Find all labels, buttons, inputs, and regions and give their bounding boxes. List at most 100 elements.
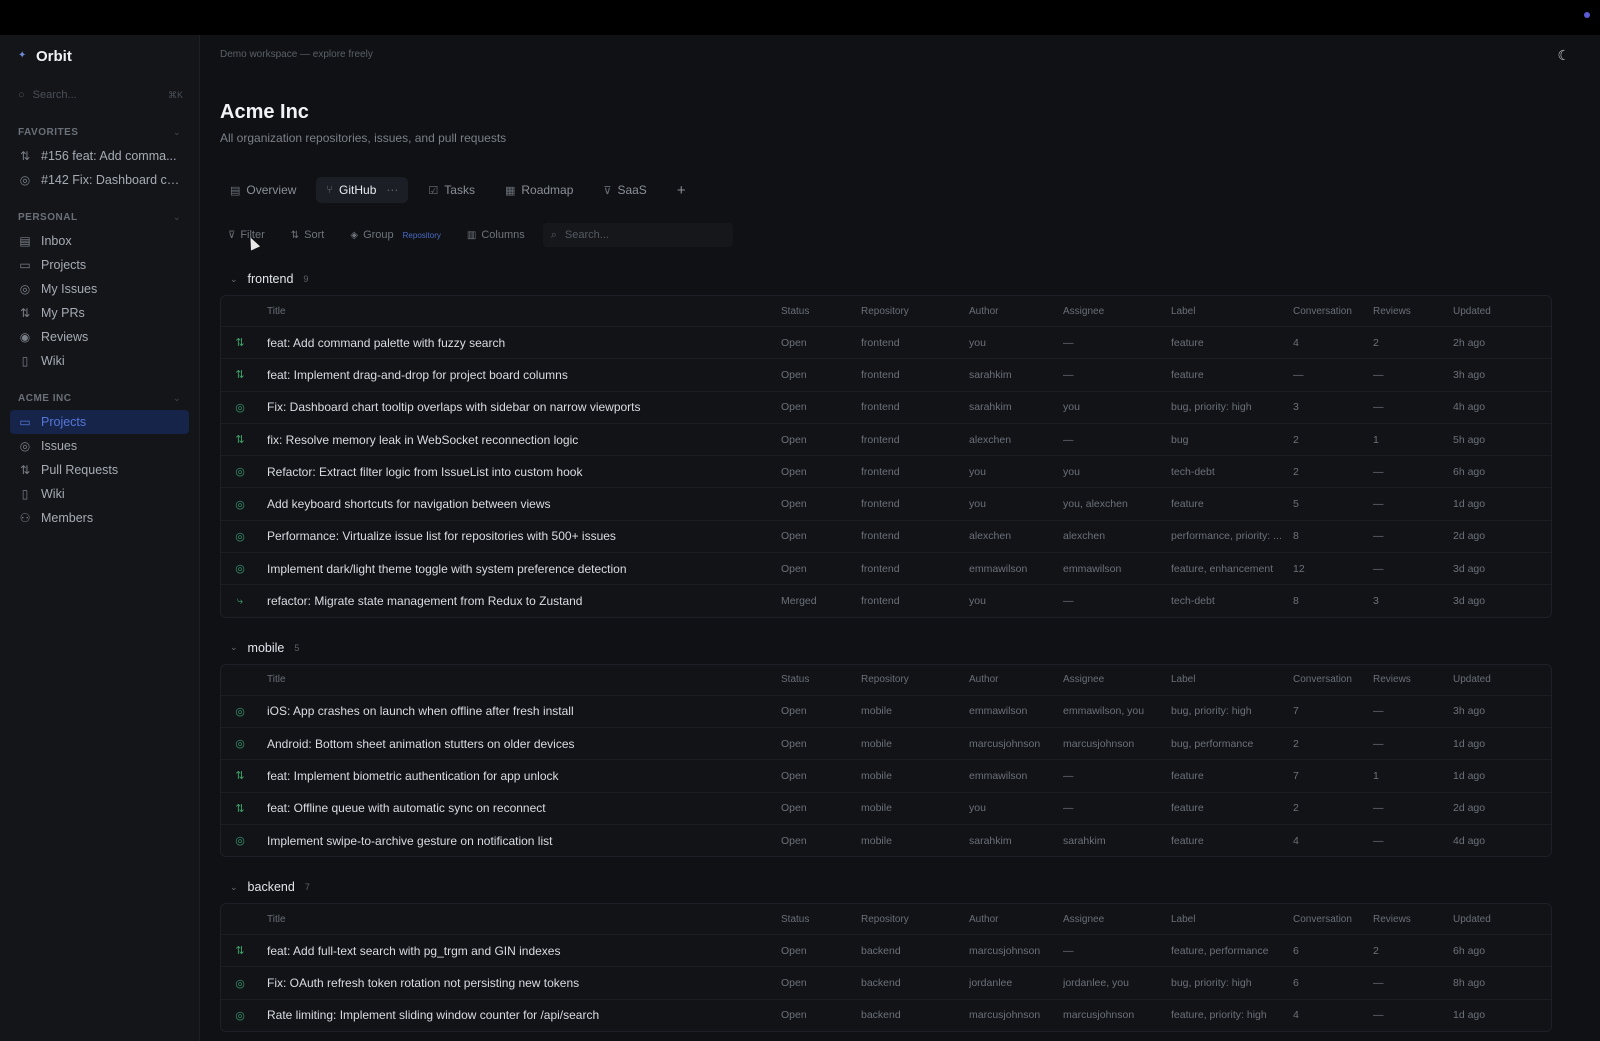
table-row[interactable]: ◎ Implement swipe-to-archive gesture on n… (221, 823, 1551, 856)
sidebar-item-142-fix-dashboard-ch[interactable]: ◎ #142 Fix: Dashboard ch... (10, 168, 189, 192)
repository-cell: frontend (861, 336, 900, 349)
tab-overview[interactable]: ▤ Overview (220, 177, 306, 203)
sidebar-search[interactable]: ○ Search... ⌘K (18, 83, 183, 107)
theme-toggle-moon-icon[interactable]: ☾ (1557, 47, 1570, 64)
tab-roadmap[interactable]: ▦ Roadmap (495, 177, 583, 203)
column-header[interactable]: Label (1171, 914, 1293, 925)
org-section-header[interactable]: ACME INC ⌄ (18, 393, 181, 404)
sidebar-item-156-feat-add-comma[interactable]: ⇅ #156 feat: Add comma... (10, 144, 189, 168)
column-header[interactable]: Assignee (1063, 306, 1171, 317)
sidebar-item-members[interactable]: ⚇ Members (10, 506, 189, 530)
tab-tasks[interactable]: ☑ Tasks (418, 177, 485, 203)
status-cell: Open (781, 530, 807, 543)
title-cell[interactable]: refactor: Migrate state management from … (267, 594, 781, 608)
column-header[interactable]: Conversation (1293, 674, 1373, 685)
column-header[interactable]: Author (969, 674, 1063, 685)
sidebar-item-wiki[interactable]: ▯ Wiki (10, 482, 189, 506)
title-cell[interactable]: fix: Resolve memory leak in WebSocket re… (267, 433, 781, 447)
brand[interactable]: ✦ Orbit (18, 45, 181, 67)
column-header[interactable]: Author (969, 306, 1063, 317)
group-header[interactable]: ⌄ mobile 5 (220, 632, 1552, 664)
title-cell[interactable]: feat: Add full-text search with pg_trgm … (267, 944, 781, 958)
sidebar-item-inbox[interactable]: ▤ Inbox (10, 229, 189, 253)
tab-label: GitHub (339, 183, 377, 197)
column-header[interactable]: Title (267, 914, 781, 925)
title-cell[interactable]: Refactor: Extract filter logic from Issu… (267, 465, 781, 479)
table-row[interactable]: ⤷ refactor: Migrate state management from… (221, 584, 1551, 616)
table-row[interactable]: ⇅ feat: Implement drag-and-drop for proje… (221, 358, 1551, 390)
table-row[interactable]: ◎ Performance: Virtualize issue list for … (221, 519, 1551, 552)
group-header[interactable]: ⌄ backend 7 (220, 871, 1552, 903)
title-cell[interactable]: Implement swipe-to-archive gesture on no… (267, 834, 781, 848)
sidebar-item-reviews[interactable]: ◉ Reviews (10, 325, 189, 349)
title-cell[interactable]: Performance: Virtualize issue list for r… (267, 529, 781, 543)
sidebar-item-issues[interactable]: ◎ Issues (10, 434, 189, 458)
table-row[interactable]: ⇅ feat: Implement biometric authenticatio… (221, 759, 1551, 791)
table-row[interactable]: ⇅ feat: Add command palette with fuzzy se… (221, 326, 1551, 358)
table-row[interactable]: ⇅ feat: Add full-text search with pg_trgm… (221, 934, 1551, 966)
table-row[interactable]: ⇅ feat: Offline queue with automatic sync… (221, 791, 1551, 824)
table-search-input[interactable]: ⌕ Search... (542, 223, 733, 247)
column-header[interactable]: Assignee (1063, 914, 1171, 925)
column-header[interactable]: Repository (861, 914, 969, 925)
table-row[interactable]: ⇅ fix: Resolve memory leak in WebSocket r… (221, 422, 1551, 455)
sidebar-item-my-issues[interactable]: ◎ My Issues (10, 277, 189, 301)
title-cell[interactable]: feat: Offline queue with automatic sync … (267, 801, 781, 815)
column-header[interactable]: Assignee (1063, 674, 1171, 685)
sidebar-item-wiki[interactable]: ▯ Wiki (10, 349, 189, 373)
title-cell[interactable]: feat: Add command palette with fuzzy sea… (267, 336, 781, 350)
column-header[interactable]: Repository (861, 306, 969, 317)
tab-saas[interactable]: ⊽ SaaS (593, 177, 656, 203)
title-cell[interactable]: Fix: Dashboard chart tooltip overlaps wi… (267, 400, 781, 414)
title-cell[interactable]: Fix: OAuth refresh token rotation not pe… (267, 976, 781, 990)
column-header[interactable]: Reviews (1373, 914, 1453, 925)
sidebar-item-my-prs[interactable]: ⇅ My PRs (10, 301, 189, 325)
column-header[interactable]: Label (1171, 306, 1293, 317)
title-cell[interactable]: feat: Implement drag-and-drop for projec… (267, 368, 781, 382)
column-header[interactable]: Status (781, 914, 861, 925)
group-button[interactable]: ◈ Group Repository (342, 223, 449, 247)
table-row[interactable]: ◎ Android: Bottom sheet animation stutter… (221, 726, 1551, 759)
title-cell[interactable]: iOS: App crashes on launch when offline … (267, 704, 781, 718)
table-row[interactable]: ◎ Refactor: Extract filter logic from Iss… (221, 455, 1551, 487)
tab-github[interactable]: ⑂ GitHub ⋯ (316, 177, 409, 203)
sidebar-item-projects[interactable]: ▭ Projects (10, 410, 189, 434)
table-row[interactable]: ◎ Fix: OAuth refresh token rotation not p… (221, 966, 1551, 998)
sort-button[interactable]: ⇅ Sort (283, 223, 333, 247)
title-cell[interactable]: Add keyboard shortcuts for navigation be… (267, 497, 781, 511)
filter-button[interactable]: ⊽ Filter (220, 223, 273, 247)
personal-section-header[interactable]: PERSONAL ⌄ (18, 212, 181, 223)
column-header[interactable]: Status (781, 306, 861, 317)
sidebar-item-label: Pull Requests (41, 463, 119, 477)
sidebar-item-projects[interactable]: ▭ Projects (10, 253, 189, 277)
column-header[interactable]: Reviews (1373, 674, 1453, 685)
title-cell[interactable]: Rate limiting: Implement sliding window … (267, 1008, 781, 1022)
eye-icon: ◉ (19, 330, 31, 344)
table-row[interactable]: ◎ Add keyboard shortcuts for navigation b… (221, 487, 1551, 519)
table-row[interactable]: ◎ Fix: Dashboard chart tooltip overlaps w… (221, 390, 1551, 423)
column-header[interactable]: Repository (861, 674, 969, 685)
column-header[interactable]: Title (267, 306, 781, 317)
add-tab-plus-icon[interactable]: + (667, 182, 696, 199)
sidebar-item-pull-requests[interactable]: ⇅ Pull Requests (10, 458, 189, 482)
column-header[interactable]: Label (1171, 674, 1293, 685)
table-row[interactable]: ◎ Implement dark/light theme toggle with … (221, 552, 1551, 584)
column-header[interactable]: Title (267, 674, 781, 685)
column-header[interactable]: Updated (1453, 674, 1551, 685)
title-cell[interactable]: Android: Bottom sheet animation stutters… (267, 737, 781, 751)
column-header[interactable]: Reviews (1373, 306, 1453, 317)
column-header[interactable]: Conversation (1293, 306, 1373, 317)
more-icon[interactable]: ⋯ (386, 183, 398, 197)
column-header[interactable]: Conversation (1293, 914, 1373, 925)
column-header[interactable]: Updated (1453, 914, 1551, 925)
group-header[interactable]: ⌄ frontend 9 (220, 263, 1552, 295)
column-header[interactable]: Updated (1453, 306, 1551, 317)
columns-button[interactable]: ▥ Columns (459, 223, 533, 247)
column-header[interactable]: Status (781, 674, 861, 685)
column-header[interactable]: Author (969, 914, 1063, 925)
title-cell[interactable]: feat: Implement biometric authentication… (267, 769, 781, 783)
favorites-section-header[interactable]: FAVORITES ⌄ (18, 127, 181, 138)
table-row[interactable]: ◎ iOS: App crashes on launch when offline… (221, 694, 1551, 727)
title-cell[interactable]: Implement dark/light theme toggle with s… (267, 562, 781, 576)
table-row[interactable]: ◎ Rate limiting: Implement sliding window… (221, 998, 1551, 1031)
